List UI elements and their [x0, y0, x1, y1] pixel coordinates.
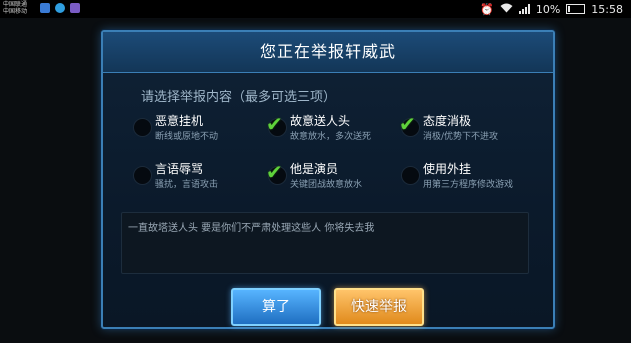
checkbox[interactable] [133, 118, 152, 137]
option-label: 恶意挂机 [155, 114, 204, 128]
cancel-button[interactable]: 算了 [231, 288, 321, 326]
carrier-line-1: 中国联通 [3, 1, 28, 8]
signal-icon [518, 4, 530, 14]
report-dialog: 您正在举报轩威武 请选择举报内容（最多可选三项） 恶意挂机 断线或原地不动 ✔ … [101, 30, 555, 329]
checkmark-icon: ✔ [399, 112, 416, 136]
checkbox[interactable] [133, 166, 152, 185]
option-desc: 用第三方程序修改游戏 [423, 180, 514, 190]
notification-icons [40, 3, 80, 13]
quick-report-button[interactable]: 快速举报 [334, 288, 424, 326]
app-notification-icon [40, 3, 50, 13]
checkbox[interactable] [401, 166, 420, 185]
wifi-icon [500, 3, 513, 16]
option-label: 言语辱骂 [155, 162, 204, 176]
report-option-actor[interactable]: ✔ 他是演员 关键团战故意放水 [266, 160, 418, 196]
app-notification-icon [70, 3, 80, 13]
option-desc: 故意放水，多次送死 [290, 132, 372, 142]
battery-percent: 10% [535, 2, 561, 16]
clock: 15:58 [591, 2, 623, 16]
comment-textarea[interactable]: 一直故塔送人头 要是你们不严肃处理这些人 你将失去我 [121, 212, 529, 274]
alarm-icon: ⏰ [480, 2, 494, 16]
option-desc: 骚扰，言语攻击 [155, 180, 219, 190]
option-label: 故意送人头 [290, 114, 351, 128]
option-label: 他是演员 [290, 162, 339, 176]
report-option-passive[interactable]: ✔ 态度消极 消极/优势下不进攻 [399, 112, 551, 148]
carrier-info: 中国联通 中国移动 [3, 1, 27, 15]
report-option-abuse[interactable]: 言语辱骂 骚扰，言语攻击 [133, 160, 283, 196]
report-option-cheat[interactable]: 使用外挂 用第三方程序修改游戏 [401, 160, 551, 196]
status-right: ⏰ 10% 15:58 [480, 1, 623, 17]
option-desc: 消极/优势下不进攻 [423, 132, 499, 142]
option-desc: 关键团战故意放水 [290, 180, 363, 190]
report-option-afk[interactable]: 恶意挂机 断线或原地不动 [133, 112, 283, 148]
section-label: 请选择举报内容（最多可选三项） [141, 90, 337, 105]
report-option-feeding[interactable]: ✔ 故意送人头 故意放水，多次送死 [266, 112, 418, 148]
checkmark-icon: ✔ [266, 112, 283, 136]
option-label: 态度消极 [423, 114, 472, 128]
carrier-line-2: 中国移动 [3, 8, 28, 15]
battery-icon [566, 4, 586, 14]
option-label: 使用外挂 [423, 162, 472, 176]
app-notification-icon [55, 3, 65, 13]
option-desc: 断线或原地不动 [155, 132, 219, 142]
status-bar: 中国联通 中国移动 ⏰ 10% 15:58 [0, 0, 631, 18]
checkmark-icon: ✔ [266, 160, 283, 184]
dialog-title: 您正在举报轩威武 [103, 32, 553, 73]
